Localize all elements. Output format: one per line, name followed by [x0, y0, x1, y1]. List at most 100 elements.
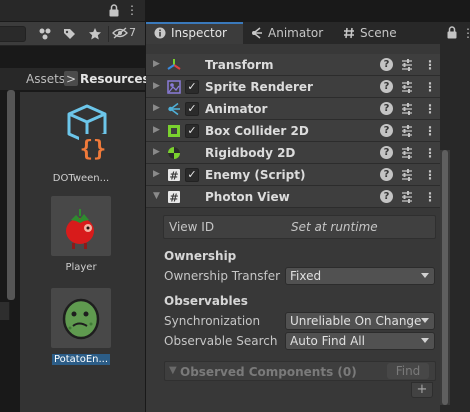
inspector-scrollbar[interactable] — [440, 150, 450, 405]
presets-sliders-icon[interactable] — [400, 145, 414, 161]
component-menu-icon[interactable]: ⋮ — [424, 145, 436, 161]
foldout-arrow-icon[interactable]: ▶ — [153, 81, 160, 91]
folder-tree-scrollbar[interactable] — [7, 90, 15, 300]
script-icon: # — [166, 167, 182, 183]
enable-checkbox[interactable]: ✓ — [185, 102, 199, 116]
more-menu-icon[interactable]: ⋮ — [126, 3, 138, 17]
add-observed-button[interactable]: + — [411, 382, 433, 398]
help-icon[interactable]: ? — [380, 190, 393, 203]
find-button[interactable]: Find — [387, 363, 429, 379]
presets-sliders-icon[interactable] — [400, 189, 414, 205]
component-photon-view[interactable]: ▼ # Photon View ? ⋮ — [146, 186, 440, 208]
asset-thumbnail — [51, 196, 111, 256]
component-menu-icon[interactable]: ⋮ — [424, 101, 436, 117]
enable-checkbox[interactable]: ✓ — [185, 168, 199, 182]
label-filter-icon[interactable] — [60, 25, 78, 43]
component-box-collider-2d[interactable]: ▶ ✓ Box Collider 2D ? ⋮ — [146, 120, 440, 142]
enable-checkbox[interactable]: ✓ — [185, 80, 199, 94]
breadcrumb: Assets > Resources — [0, 68, 150, 90]
foldout-arrow-icon[interactable]: ▶ — [153, 147, 160, 157]
hidden-packages-toggle[interactable]: 7 — [112, 26, 136, 39]
search-input[interactable] — [0, 26, 26, 42]
help-icon[interactable]: ? — [380, 146, 393, 159]
enable-checkbox[interactable]: ✓ — [185, 124, 199, 138]
component-enemy-script[interactable]: ▶ # ✓ Enemy (Script) ? ⋮ — [146, 164, 440, 186]
sprite-renderer-icon — [166, 79, 182, 95]
component-name: Sprite Renderer — [205, 80, 313, 94]
component-actions: ? ⋮ — [380, 101, 436, 117]
presets-sliders-icon[interactable] — [400, 79, 414, 95]
dropdown-arrow-icon — [421, 338, 429, 343]
create-icon[interactable] — [36, 25, 54, 43]
asset-label: DOTween... — [52, 173, 110, 184]
asset-label: PotatoEn... — [51, 354, 111, 365]
tag-glyph — [63, 28, 75, 39]
breadcrumb-assets[interactable]: Assets — [26, 72, 65, 86]
presets-sliders-icon[interactable] — [400, 57, 414, 73]
help-icon[interactable]: ? — [380, 124, 393, 137]
scrollbar-thumb[interactable] — [442, 150, 448, 405]
eye-slash-icon — [112, 27, 128, 38]
svg-text:#: # — [169, 170, 178, 183]
foldout-arrow-icon[interactable]: ▶ — [153, 59, 160, 69]
help-icon[interactable]: ? — [380, 58, 393, 71]
svg-text:{}: {} — [80, 137, 107, 162]
breadcrumb-resources[interactable]: Resources — [80, 72, 150, 86]
tab-scene[interactable]: Scene — [335, 22, 415, 44]
hidden-packages-count: 7 — [129, 26, 136, 39]
help-icon[interactable]: ? — [380, 102, 393, 115]
observable-search-dropdown[interactable]: Auto Find All — [285, 332, 435, 350]
presets-sliders-icon[interactable] — [400, 101, 414, 117]
component-animator[interactable]: ▶ ✓ Animator ? ⋮ — [146, 98, 440, 120]
observables-header: Observables — [164, 294, 248, 308]
component-rigidbody-2d[interactable]: ▶ Rigidbody 2D ? ⋮ — [146, 142, 440, 164]
ownership-transfer-value: Fixed — [290, 269, 322, 283]
component-transform[interactable]: ▶ Transform ? ⋮ — [146, 54, 440, 76]
more-menu-icon[interactable]: ⋮ — [462, 26, 470, 40]
tab-inspector[interactable]: Inspector — [146, 22, 243, 44]
component-name: Animator — [205, 102, 268, 116]
lock-icon[interactable] — [108, 4, 120, 17]
help-icon[interactable]: ? — [380, 80, 393, 93]
component-name: Enemy (Script) — [205, 168, 306, 182]
component-menu-icon[interactable]: ⋮ — [424, 57, 436, 73]
toolbar-divider — [108, 26, 109, 42]
component-menu-icon[interactable]: ⋮ — [424, 167, 436, 183]
component-actions: ? ⋮ — [380, 123, 436, 139]
component-menu-icon[interactable]: ⋮ — [424, 189, 436, 205]
foldout-arrow-icon[interactable]: ▶ — [153, 125, 160, 135]
asset-item-dotween[interactable]: {} DOTween... — [39, 104, 123, 184]
asset-item-potato-enemy[interactable]: PotatoEn... — [39, 288, 123, 368]
ownership-transfer-dropdown[interactable]: Fixed — [285, 267, 435, 285]
svg-text:#: # — [169, 192, 178, 205]
ownership-header: Ownership — [164, 249, 237, 263]
dropdown-arrow-icon — [421, 273, 429, 278]
foldout-arrow-icon[interactable]: ▶ — [153, 103, 160, 113]
synchronization-dropdown[interactable]: Unreliable On Change — [285, 312, 435, 330]
component-actions: ? ⋮ — [380, 145, 436, 161]
dropdown-arrow-icon — [421, 318, 429, 323]
info-icon — [154, 27, 166, 39]
asset-item-player[interactable]: Player — [39, 196, 123, 273]
presets-sliders-icon[interactable] — [400, 123, 414, 139]
component-sprite-renderer[interactable]: ▶ ✓ Sprite Renderer ? ⋮ — [146, 76, 440, 98]
component-name: Box Collider 2D — [205, 124, 309, 138]
asset-grid: {} DOTween... Player PotatoEn... — [20, 92, 145, 412]
observed-components-list[interactable]: ▼ Observed Components (0) Find — [164, 361, 436, 381]
animator-component-icon — [166, 101, 182, 117]
project-panel-header: ⋮ — [0, 0, 145, 22]
foldout-arrow-icon[interactable]: ▶ — [153, 169, 160, 179]
observable-search-label: Observable Search — [164, 334, 278, 348]
tab-animator[interactable]: Animator — [243, 22, 335, 44]
component-menu-icon[interactable]: ⋮ — [424, 79, 436, 95]
foldout-expanded-icon[interactable]: ▼ — [153, 191, 160, 201]
star-glyph — [89, 28, 101, 40]
foldout-expanded-icon[interactable]: ▼ — [169, 365, 177, 376]
view-id-label: View ID — [169, 220, 215, 234]
presets-sliders-icon[interactable] — [400, 167, 414, 183]
help-icon[interactable]: ? — [380, 168, 393, 181]
script-icon: # — [166, 189, 182, 205]
component-menu-icon[interactable]: ⋮ — [424, 123, 436, 139]
lock-icon[interactable] — [446, 26, 458, 39]
favorites-star-icon[interactable] — [86, 25, 104, 43]
